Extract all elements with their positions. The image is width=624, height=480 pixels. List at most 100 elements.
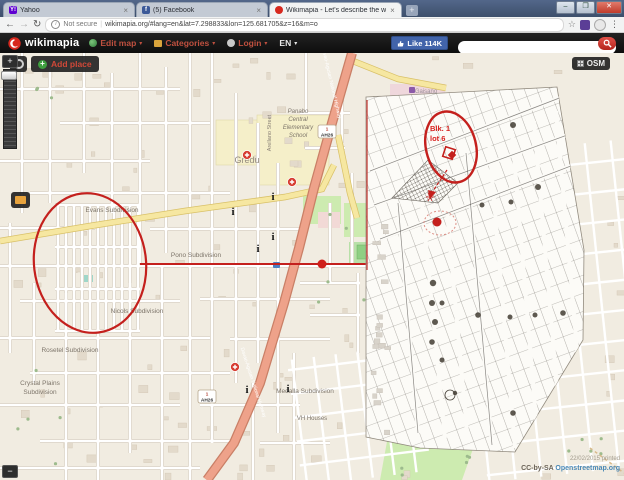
- facebook-like-button[interactable]: Like 114K: [391, 36, 448, 50]
- menu-categories[interactable]: Categories▾: [154, 38, 215, 48]
- maximize-button[interactable]: ❒: [576, 1, 595, 14]
- browser-tab[interactable]: Wikimapia - Let's describe the w×: [269, 2, 402, 17]
- zoom-out-button[interactable]: −: [2, 465, 18, 478]
- info-place-marker[interactable]: i: [256, 243, 259, 255]
- info-place-marker[interactable]: i: [271, 231, 274, 243]
- red-dot-target: [433, 218, 442, 227]
- back-button[interactable]: ←: [5, 19, 15, 31]
- menu-label: EN: [279, 38, 291, 48]
- zoom-in-button[interactable]: +: [2, 55, 18, 68]
- hospital-marker[interactable]: [243, 151, 252, 160]
- stamp-blob: [510, 410, 516, 416]
- lot-label: lot 6: [430, 134, 445, 143]
- license-label: CC-by-SA: [521, 465, 553, 472]
- map-type-button[interactable]: OSM: [572, 57, 610, 70]
- tab-title: Yahoo: [20, 7, 119, 14]
- menu-label: Categories: [165, 38, 209, 48]
- security-label: Not secure: [63, 21, 97, 28]
- info-place-marker[interactable]: i: [286, 383, 289, 395]
- stamp-blob: [480, 203, 485, 208]
- browser-toolbar: ← → ↻ i Not secure | wikimapia.org/#lang…: [0, 17, 624, 33]
- search-box: [458, 37, 616, 50]
- new-tab-button[interactable]: +: [406, 5, 418, 16]
- info-place-marker[interactable]: i: [231, 206, 234, 218]
- map-label: Panabo: [288, 109, 309, 115]
- info-place-marker[interactable]: i: [271, 191, 274, 203]
- tab-title: Wikimapia - Let's describe the w: [286, 7, 386, 14]
- stamp-blob: [430, 280, 436, 286]
- chevron-down-icon: ▾: [264, 40, 267, 47]
- like-label: Like 114K: [407, 39, 442, 48]
- svg-text:AH26: AH26: [201, 398, 214, 404]
- close-window-button[interactable]: ✕: [596, 1, 622, 14]
- openstreetmap-link[interactable]: Openstreetmap.org: [555, 465, 620, 472]
- browser-menu-icon[interactable]: ⋮: [610, 19, 619, 30]
- stamp-blob: [510, 122, 516, 128]
- chevron-down-icon: ▾: [212, 40, 215, 47]
- bookmark-star-icon[interactable]: ☆: [568, 19, 576, 30]
- stamp-blob: [509, 200, 514, 205]
- extension-circle-icon[interactable]: [594, 19, 606, 31]
- search-button[interactable]: [598, 37, 616, 50]
- menu-en[interactable]: EN▾: [279, 38, 297, 48]
- address-bar[interactable]: i Not secure | wikimapia.org/#lang=en&la…: [45, 18, 564, 32]
- wikimapia-logo[interactable]: wikimapia: [8, 37, 79, 50]
- window-controls: – ❒ ✕: [556, 1, 622, 14]
- tab-close-icon[interactable]: ×: [122, 6, 129, 15]
- map-viewport[interactable]: PanaboCentralElementarySchoolGreduEvans …: [0, 53, 624, 480]
- svg-text:AH26: AH26: [321, 133, 334, 139]
- stamp-blob: [508, 315, 513, 320]
- extension-v-icon[interactable]: [580, 20, 590, 30]
- map-label: Crystal Plains: [20, 380, 60, 387]
- highway-shield: 1AH26: [198, 390, 216, 404]
- hospital-marker[interactable]: [288, 178, 297, 187]
- stamp-blob: [535, 184, 541, 190]
- map-label: Elementary: [283, 125, 314, 131]
- browser-tab[interactable]: f(5) Facebook×: [136, 2, 268, 17]
- tab-close-icon[interactable]: ×: [389, 6, 396, 15]
- wikimapia-swirl-icon: [8, 37, 21, 50]
- minimap-toggle-button[interactable]: [11, 192, 30, 208]
- map-label: VH Houses: [297, 416, 327, 422]
- tab-strip: Y!Yahoo×f(5) Facebook×Wikimapia - Let's …: [3, 2, 418, 17]
- search-input[interactable]: [458, 41, 616, 54]
- wikimapia-header: wikimapia Edit map▾Categories▾Login▾EN▾ …: [0, 33, 624, 53]
- menu-login[interactable]: Login▾: [227, 38, 267, 48]
- info-icon[interactable]: i: [51, 20, 60, 29]
- map-type-label: OSM: [587, 59, 605, 68]
- forward-button[interactable]: →: [19, 19, 29, 31]
- menu-label: Edit map: [100, 38, 136, 48]
- info-place-marker[interactable]: i: [245, 384, 248, 396]
- map-canvas[interactable]: PanaboCentralElementarySchoolGreduEvans …: [0, 53, 624, 480]
- stamp-blob: [475, 312, 481, 318]
- map-label: Evans Subdivision: [85, 207, 138, 214]
- blk-label: Blk. 1: [430, 124, 450, 133]
- browser-window: Y!Yahoo×f(5) Facebook×Wikimapia - Let's …: [0, 0, 624, 480]
- map-label: Arellano Street: [267, 114, 273, 151]
- zoom-track[interactable]: [3, 69, 17, 149]
- browser-titlebar: Y!Yahoo×f(5) Facebook×Wikimapia - Let's …: [0, 0, 624, 17]
- wikimapia-favicon: [275, 6, 283, 14]
- map-label: Rosetel Subdivision: [41, 347, 98, 354]
- user-icon: [227, 39, 235, 47]
- chevron-down-icon: ▾: [139, 40, 142, 47]
- map-label: Pono Subdivision: [171, 252, 222, 259]
- map-label: Central: [288, 117, 308, 123]
- menu-edit-map[interactable]: Edit map▾: [89, 38, 142, 48]
- minimize-button[interactable]: –: [556, 1, 575, 14]
- chevron-down-icon: ▾: [294, 40, 297, 47]
- map-label: Medalla Subdivision: [276, 388, 334, 395]
- tab-close-icon[interactable]: ×: [255, 6, 262, 15]
- add-place-button[interactable]: + Add place: [31, 56, 99, 72]
- zoom-slider: + −: [0, 53, 18, 163]
- reload-button[interactable]: ↻: [33, 19, 41, 31]
- search-icon: [603, 39, 612, 48]
- map-attribution: 22/02/2015 printed CC-by-SA Openstreetma…: [521, 456, 620, 473]
- hospital-marker[interactable]: [231, 363, 240, 372]
- browser-tab[interactable]: Y!Yahoo×: [3, 2, 135, 17]
- zoom-handle[interactable]: [1, 71, 17, 80]
- map-label: Nicols Subdivision: [111, 308, 164, 315]
- menu-label: Login: [238, 38, 261, 48]
- plus-icon: +: [38, 60, 47, 69]
- url-text[interactable]: wikimapia.org/#lang=en&lat=7.298833&lon=…: [105, 21, 318, 28]
